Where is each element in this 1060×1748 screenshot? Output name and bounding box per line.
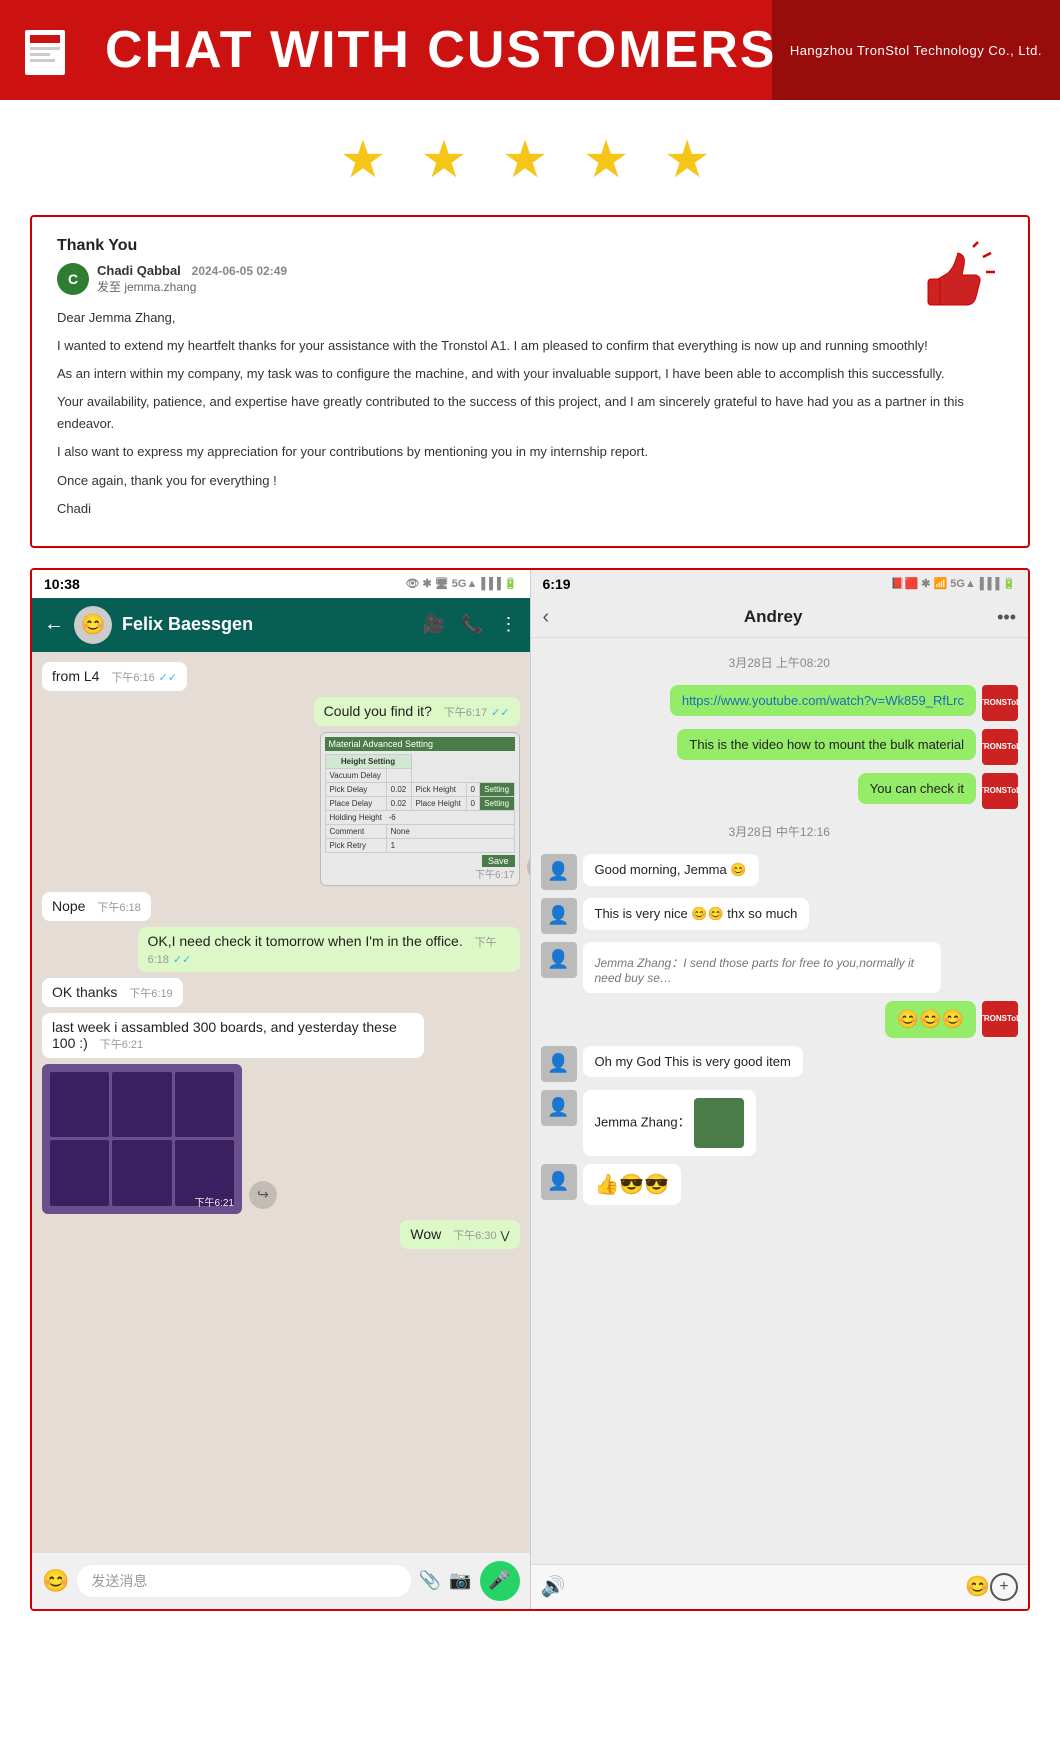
wc-back-button[interactable]: ‹: [543, 606, 550, 629]
header-company: Hangzhou TronStol Technology Co., Ltd.: [772, 0, 1060, 100]
wc-menu-button[interactable]: •••: [997, 607, 1016, 628]
list-item: OK,I need check it tomorrow when I'm in …: [138, 927, 520, 972]
wc-avatar-2: 👤: [541, 898, 577, 934]
wc-header: ‹ Andrey •••: [531, 598, 1029, 638]
list-item: last week i assambled 300 boards, and ye…: [42, 1013, 424, 1058]
wp-video-icon[interactable]: 🎥: [423, 614, 445, 635]
wc-brand-badge: TRONSToL: [982, 685, 1018, 721]
list-item: 👤 Good morning, Jemma 😊: [541, 854, 1019, 890]
list-item: Could you find it? 下午6:17 ✓✓: [314, 697, 520, 726]
sender-info: Chadi Qabbal 2024-06-05 02:49 发至 jemma.z…: [97, 263, 287, 295]
wp-forward-button[interactable]: ↪: [527, 853, 530, 881]
list-item: 👤 Jemma Zhang：I send those parts for fre…: [541, 942, 1019, 993]
chat-panels: 10:38 👁 ✱ 🖥 5G▲▐▐▐ 🔋 ← 😊 Felix Baessgen …: [30, 568, 1030, 1611]
thumbs-up-icon: [918, 237, 998, 322]
list-item: 👤 Oh my God This is very good item: [541, 1046, 1019, 1082]
list-item: 😊😊😊 TRONSToL: [541, 1001, 1019, 1038]
logo-icon: [20, 15, 90, 85]
list-item: 👤 This is very nice 😊😊 thx so much: [541, 898, 1019, 934]
wp-header-icons: 🎥 📞 ⋮: [423, 614, 518, 635]
wp-avatar: 😊: [74, 606, 112, 644]
wc-avatar-4: 👤: [541, 1046, 577, 1082]
list-item: https://www.youtube.com/watch?v=Wk859_Rf…: [541, 685, 1019, 721]
list-item: 👤 Jemma Zhang：: [541, 1090, 1019, 1156]
wp-header: ← 😊 Felix Baessgen 🎥 📞 ⋮: [32, 598, 530, 652]
header-title: CHAT WITH CUSTOMERS: [105, 20, 777, 80]
wc-date-badge-2: 3月28日 中午12:16: [541, 823, 1019, 840]
list-item: OK thanks 下午6:19: [42, 978, 183, 1007]
wp-chat-area: from L4 下午6:16 ✓✓ Could you find it? 下午6…: [32, 652, 530, 1552]
settings-screenshot: Material Advanced Setting Height Setting…: [320, 732, 520, 886]
wp-menu-icon[interactable]: ⋮: [500, 614, 518, 635]
wc-voice-button[interactable]: 🔊: [541, 1574, 566, 1599]
list-item: Nope 下午6:18: [42, 892, 151, 921]
wc-avatar-1: 👤: [541, 854, 577, 890]
wp-mic-button[interactable]: 🎤: [480, 1561, 520, 1601]
wp-status-icons: 👁 ✱ 🖥 5G▲▐▐▐ 🔋: [405, 577, 517, 590]
wc-time: 6:19: [543, 576, 571, 592]
header: CHAT WITH CUSTOMERS Hangzhou TronStol Te…: [0, 0, 1060, 100]
wc-status-bar: 6:19 📕🟥 ✱ 📶 5G▲▐▐▐ 🔋: [531, 570, 1029, 598]
wc-avatar-3: 👤: [541, 942, 577, 978]
wp-back-button[interactable]: ←: [44, 613, 64, 636]
list-item: Wow 下午6:30 ⋁: [400, 1220, 519, 1249]
wp-forward-button-2[interactable]: ↪: [249, 1181, 277, 1209]
wc-emoji-button[interactable]: 😊: [965, 1574, 990, 1599]
product-thumbnail: [694, 1098, 744, 1148]
list-item: from L4 下午6:16 ✓✓: [42, 662, 187, 691]
wp-input-bar: 😊 发送消息 📎 📷 🎤: [32, 1552, 530, 1609]
wc-chat-area: 3月28日 上午08:20 https://www.youtube.com/wa…: [531, 638, 1029, 1564]
wc-brand-badge-4: TRONSToL: [982, 1001, 1018, 1037]
wp-camera-button[interactable]: 📷: [449, 1570, 471, 1591]
left-panel-whatsapp: 10:38 👁 ✱ 🖥 5G▲▐▐▐ 🔋 ← 😊 Felix Baessgen …: [32, 570, 531, 1609]
wp-contact-name: Felix Baessgen: [122, 614, 413, 635]
list-item: Material Advanced Setting Height Setting…: [320, 732, 520, 886]
stars-display: ★ ★ ★ ★ ★: [0, 130, 1060, 190]
wc-avatar-5: 👤: [541, 1090, 577, 1126]
wp-emoji-button[interactable]: 😊: [42, 1568, 69, 1594]
sender-row: C Chadi Qabbal 2024-06-05 02:49 发至 jemma…: [57, 263, 1003, 295]
wc-brand-badge-2: TRONSToL: [982, 729, 1018, 765]
wc-input-bar: 🔊 😊 +: [531, 1564, 1029, 1609]
wp-status-bar: 10:38 👁 ✱ 🖥 5G▲▐▐▐ 🔋: [32, 570, 530, 598]
stars-section: ★ ★ ★ ★ ★: [0, 100, 1060, 205]
youtube-link[interactable]: https://www.youtube.com/watch?v=Wk859_Rf…: [682, 693, 964, 708]
wc-status-icons: 📕🟥 ✱ 📶 5G▲▐▐▐ 🔋: [891, 577, 1016, 590]
right-panel-wechat: 6:19 📕🟥 ✱ 📶 5G▲▐▐▐ 🔋 ‹ Andrey ••• 3月28日 …: [531, 570, 1029, 1609]
thank-you-card: Thank You C Chadi Qabbal 2024-06-05 02:4…: [30, 215, 1030, 548]
wc-plus-button[interactable]: +: [990, 1573, 1018, 1601]
list-item: This is the video how to mount the bulk …: [541, 729, 1019, 765]
wp-time: 10:38: [44, 576, 80, 592]
wp-message-input[interactable]: 发送消息: [77, 1565, 410, 1597]
list-item: You can check it TRONSToL: [541, 773, 1019, 809]
wc-avatar-6: 👤: [541, 1164, 577, 1200]
wp-attach-button[interactable]: 📎: [419, 1570, 441, 1591]
boards-image: 下午6:21: [42, 1064, 242, 1214]
wp-call-icon[interactable]: 📞: [461, 614, 483, 635]
list-item: 下午6:21 ↪: [42, 1064, 242, 1214]
wc-date-badge-1: 3月28日 上午08:20: [541, 654, 1019, 671]
thank-you-title: Thank You: [57, 237, 1003, 255]
sender-to: 发至 jemma.zhang: [97, 278, 287, 295]
wc-contact-name: Andrey: [744, 607, 803, 627]
wc-brand-badge-3: TRONSToL: [982, 773, 1018, 809]
sender-name: Chadi Qabbal 2024-06-05 02:49: [97, 263, 287, 278]
list-item: 👤 👍😎😎: [541, 1164, 1019, 1205]
email-body: Dear Jemma Zhang, I wanted to extend my …: [57, 307, 1003, 520]
sender-avatar: C: [57, 263, 89, 295]
